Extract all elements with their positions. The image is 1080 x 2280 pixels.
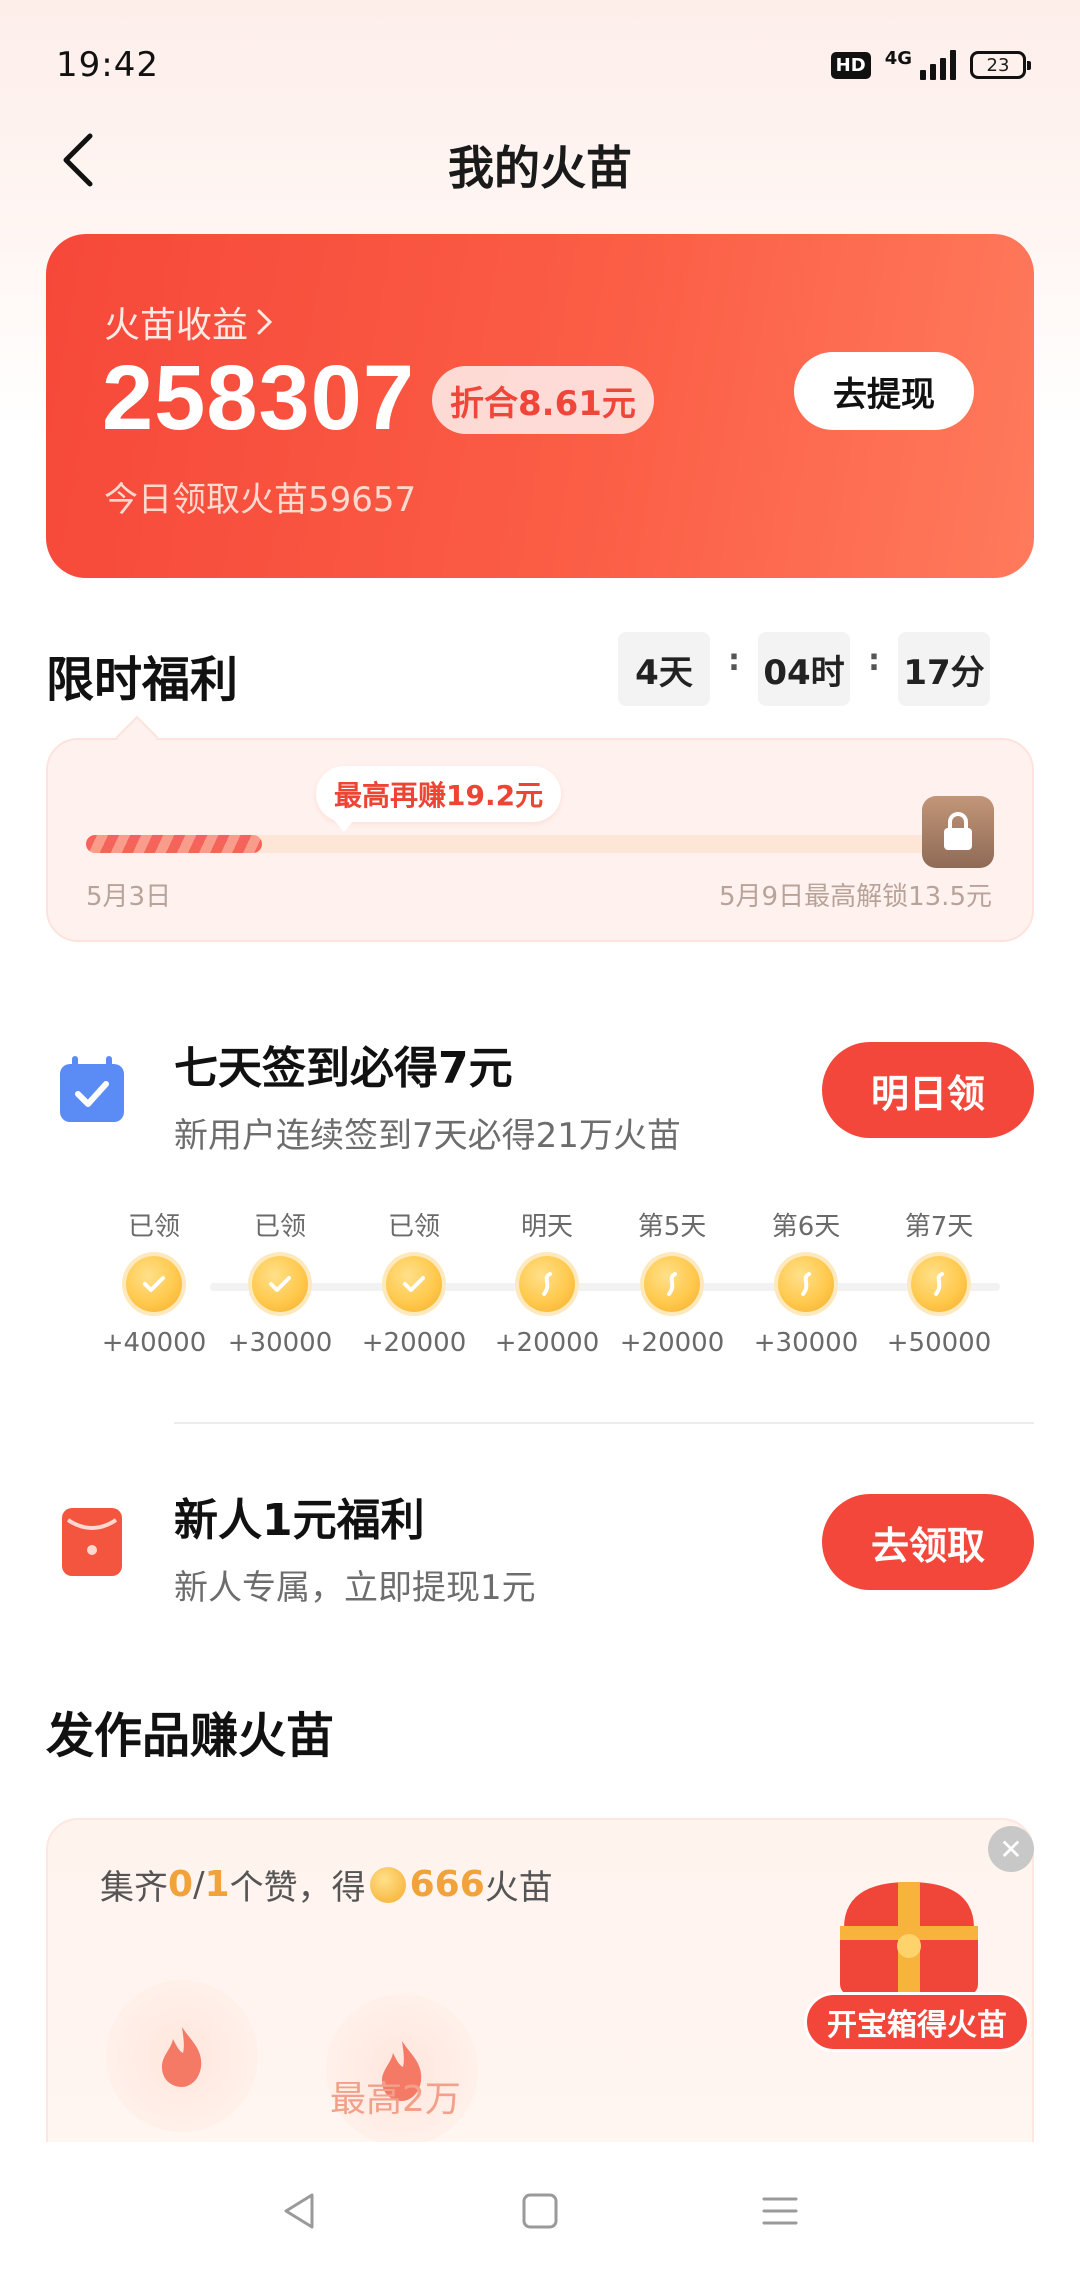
checkin-day-reward: +20000 bbox=[494, 1328, 600, 1358]
earnings-amount: 258307 bbox=[102, 347, 415, 449]
coin-icon bbox=[519, 1256, 575, 1312]
checkin-claim-button[interactable]: 明日领 bbox=[822, 1042, 1034, 1138]
checkin-day-label: 明天 bbox=[520, 1212, 573, 1242]
check-coin-icon bbox=[252, 1256, 308, 1312]
checkin-day-reward: +30000 bbox=[753, 1328, 859, 1358]
checkin-title: 七天签到必得7元 bbox=[174, 1043, 513, 1094]
coin-icon bbox=[911, 1256, 967, 1312]
checkin-day-reward: +50000 bbox=[886, 1328, 992, 1358]
calendar-icon bbox=[56, 1054, 128, 1126]
system-nav-bar bbox=[0, 2142, 1080, 2280]
earnings-today: 今日领取火苗59657 bbox=[104, 480, 417, 520]
progress-tip: 最高再赚19.2元 bbox=[316, 766, 562, 832]
chevron-right-icon bbox=[257, 309, 273, 335]
section-divider bbox=[174, 1422, 1034, 1424]
works-target: 1 bbox=[204, 1864, 230, 1905]
earnings-convert-badge: 折合8.61元 bbox=[432, 366, 654, 434]
works-mid: 个赞，得 bbox=[229, 1868, 366, 1908]
newbie-claim-button[interactable]: 去领取 bbox=[822, 1494, 1034, 1590]
close-icon[interactable]: ✕ bbox=[988, 1826, 1034, 1872]
countdown-hours: 04时 bbox=[758, 632, 850, 706]
checkin-day-reward: +20000 bbox=[361, 1328, 467, 1358]
locked-gift-icon[interactable] bbox=[922, 796, 994, 868]
square-home-icon bbox=[522, 2193, 558, 2229]
menu-icon bbox=[762, 2197, 798, 2225]
works-section-title: 发作品赚火苗 bbox=[46, 1708, 335, 1764]
works-current: 0 bbox=[168, 1864, 194, 1905]
checkin-subtitle: 新用户连续签到7天必得21万火苗 bbox=[174, 1116, 681, 1156]
earnings-card: 火苗收益 258307 折合8.61元 今日领取火苗59657 去提现 bbox=[46, 234, 1034, 578]
checkin-day: 已领 +40000 bbox=[99, 1206, 209, 1358]
checkin-day: 已领 +20000 bbox=[359, 1206, 469, 1358]
checkin-day-reward: +20000 bbox=[619, 1328, 725, 1358]
countdown-separator: : bbox=[868, 642, 880, 678]
checkin-day-label: 已领 bbox=[253, 1212, 306, 1242]
withdraw-button[interactable]: 去提现 bbox=[794, 352, 974, 430]
check-coin-icon bbox=[126, 1256, 182, 1312]
progress-end-text: 5月9日最高解锁13.5元 bbox=[719, 882, 992, 912]
coin-icon bbox=[778, 1256, 834, 1312]
battery-icon: 23 bbox=[970, 51, 1031, 79]
countdown-days: 4天 bbox=[618, 632, 710, 706]
checkin-day: 第5天 +20000 bbox=[617, 1206, 727, 1358]
coin-icon bbox=[644, 1256, 700, 1312]
works-prefix: 集齐 bbox=[100, 1868, 168, 1908]
nav-back-button[interactable] bbox=[270, 2181, 330, 2241]
coin-icon bbox=[369, 1866, 406, 1903]
status-time: 19:42 bbox=[56, 45, 159, 85]
checkin-day-label: 第7天 bbox=[904, 1212, 974, 1242]
limited-offer-title: 限时福利 bbox=[46, 652, 239, 708]
nav-menu-button[interactable] bbox=[750, 2181, 810, 2241]
works-reward: 666 bbox=[409, 1864, 485, 1905]
countdown-separator: : bbox=[728, 642, 740, 678]
status-icons: HD 4G 23 bbox=[830, 48, 1031, 80]
treasure-chest-icon bbox=[840, 1882, 978, 1996]
works-goal-text: 集齐 0 / 1 个赞，得 666 火苗 bbox=[100, 1860, 553, 1909]
triangle-back-icon bbox=[284, 2193, 314, 2229]
nav-bar: 我的火苗 bbox=[0, 110, 1080, 210]
works-suffix: 火苗 bbox=[484, 1868, 553, 1908]
checkin-day-reward: +40000 bbox=[101, 1328, 207, 1358]
checkin-day-label: 第6天 bbox=[771, 1212, 841, 1242]
earnings-title: 火苗收益 bbox=[104, 305, 249, 346]
network-type: 4G bbox=[884, 48, 912, 69]
earnings-title-link[interactable]: 火苗收益 bbox=[104, 296, 276, 348]
works-slash: / bbox=[193, 1864, 205, 1905]
checkin-day-label: 已领 bbox=[127, 1212, 180, 1242]
hd-icon: HD bbox=[830, 51, 871, 79]
checkin-day-label: 第5天 bbox=[637, 1212, 707, 1242]
red-envelope-icon bbox=[56, 1506, 128, 1578]
progress-fill bbox=[86, 835, 262, 853]
checkin-day: 明天 +20000 bbox=[492, 1206, 602, 1358]
checkin-day: 第6天 +30000 bbox=[751, 1206, 861, 1358]
countdown-timer: 4天 : 04时 : 17分 bbox=[618, 632, 990, 706]
page-title: 我的火苗 bbox=[448, 141, 632, 195]
checkin-day: 已领 +30000 bbox=[225, 1206, 335, 1358]
newbie-title: 新人1元福利 bbox=[174, 1495, 425, 1546]
progress-track bbox=[86, 835, 966, 853]
countdown-minutes: 17分 bbox=[898, 632, 990, 706]
check-coin-icon bbox=[386, 1256, 442, 1312]
checkin-day-reward: +30000 bbox=[227, 1328, 333, 1358]
open-chest-button[interactable]: 开宝箱得火苗 bbox=[804, 1992, 1030, 2052]
nav-home-button[interactable] bbox=[510, 2181, 570, 2241]
signal-icon bbox=[920, 50, 956, 80]
newbie-subtitle: 新人专属，立即提现1元 bbox=[174, 1568, 536, 1608]
lock-icon bbox=[944, 812, 972, 850]
flame-icon bbox=[114, 1988, 250, 2124]
checkin-day-label: 已领 bbox=[387, 1212, 440, 1242]
progress-start-date: 5月3日 bbox=[86, 882, 172, 912]
works-max-caption: 最高2万 bbox=[330, 2079, 461, 2120]
checkin-day: 第7天 +50000 bbox=[884, 1206, 994, 1358]
